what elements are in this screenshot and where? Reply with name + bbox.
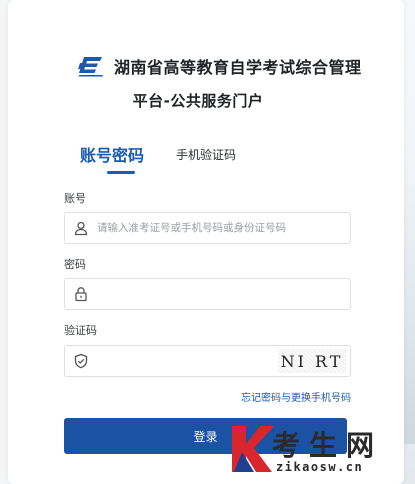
captcha-label: 验证码 [64,324,97,337]
tab-sms-code[interactable]: 手机验证码 [176,146,236,163]
login-card: 湖南省高等教育自学考试综合管理 平台-公共服务门户 账号密码 手机验证码 账号 … [8,0,404,484]
captcha-image[interactable]: NI RT [278,349,346,373]
login-button[interactable]: 登录 [64,418,347,454]
user-icon [65,213,97,243]
login-tabs: 账号密码 手机验证码 [64,142,364,176]
account-label: 账号 [64,192,86,205]
shield-check-icon [65,346,97,376]
password-field [64,278,351,310]
portal-title-line2: 平台-公共服务门户 [132,92,264,110]
lock-icon [65,279,97,309]
tab-account-password[interactable]: 账号密码 [80,142,144,166]
exam-logo-icon [78,54,104,78]
portal-header: 湖南省高等教育自学考试综合管理 [78,54,362,78]
forgot-password-link[interactable]: 忘记密码与更换手机号码 [241,389,351,404]
active-tab-indicator [107,171,135,174]
password-label: 密码 [64,258,86,271]
captcha-field: NI RT [64,345,351,377]
account-field [64,212,351,244]
password-input[interactable] [97,280,350,308]
portal-title-line1: 湖南省高等教育自学考试综合管理 [114,58,362,77]
account-input[interactable] [97,214,350,242]
